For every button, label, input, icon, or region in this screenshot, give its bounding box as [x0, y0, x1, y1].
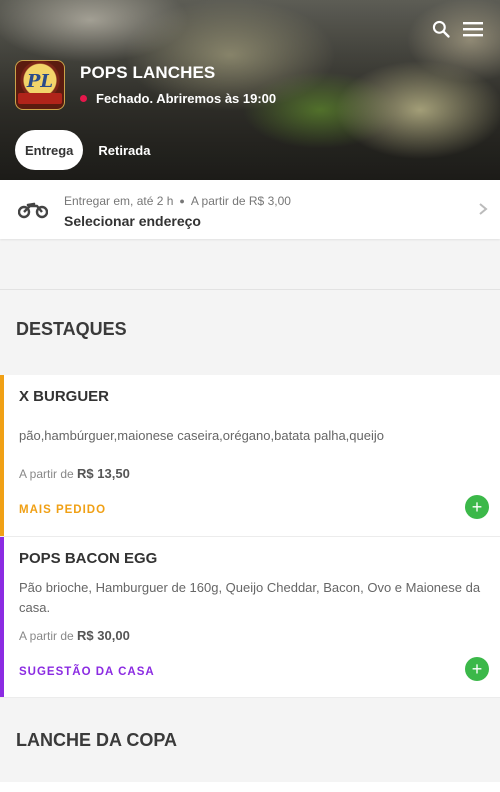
- tab-entrega[interactable]: Entrega: [15, 130, 84, 170]
- plus-icon: +: [471, 659, 483, 679]
- store-logo: PL: [15, 60, 65, 110]
- chevron-right-icon: [476, 201, 490, 217]
- section-title-destaques: DESTAQUES: [16, 319, 127, 339]
- item-description: pão,hambúrguer,maionese caseira,orégano,…: [19, 428, 384, 443]
- add-item-button[interactable]: +: [465, 657, 489, 681]
- accent-bar: [0, 375, 4, 536]
- price-prefix: A partir de: [19, 629, 74, 643]
- price-prefix: A partir de: [19, 467, 74, 481]
- price-value: R$ 13,50: [77, 466, 130, 481]
- search-icon[interactable]: [428, 16, 454, 42]
- accent-bar: [0, 537, 4, 697]
- separator-dot: ●: [179, 196, 185, 206]
- menu-item-card-partial: [0, 782, 500, 792]
- status-text: Fechado. Abriremos às 19:00: [96, 91, 277, 106]
- store-name: POPS LANCHES: [80, 63, 216, 82]
- item-name: POPS BACON EGG: [19, 550, 158, 567]
- item-description: Pão brioche, Hamburguer de 160g, Queijo …: [19, 580, 481, 615]
- delivery-address-selector[interactable]: Entregar em, até 2 h ● A partir de R$ 3,…: [0, 180, 500, 239]
- menu-item-card[interactable]: X BURGUER pão,hambúrguer,maionese caseir…: [0, 375, 500, 537]
- item-name: X BURGUER: [19, 388, 110, 405]
- add-item-button[interactable]: +: [465, 495, 489, 519]
- select-address-label: Selecionar endereço: [64, 213, 201, 229]
- store-status: Fechado. Abriremos às 19:00: [80, 91, 276, 106]
- divider: [0, 289, 500, 290]
- price-value: R$ 30,00: [77, 628, 130, 643]
- plus-icon: +: [471, 497, 483, 517]
- delivery-eta: até 2 h: [136, 194, 174, 208]
- item-badge: MAIS PEDIDO: [19, 504, 107, 516]
- logo-ribbon: [18, 93, 62, 104]
- delivery-info: Entregar em, até 2 h ● A partir de R$ 3,…: [64, 194, 291, 208]
- delivery-prefix: Entregar em,: [64, 194, 134, 208]
- delivery-mode-tabs: Entrega Retirada: [15, 130, 160, 170]
- item-badge: SUGESTÃO DA CASA: [19, 666, 155, 678]
- section-title-lanche-da-copa: LANCHE DA COPA: [16, 730, 177, 750]
- motorcycle-icon: [17, 198, 49, 220]
- logo-monogram: PL: [26, 71, 54, 92]
- status-dot-icon: [80, 95, 87, 102]
- tab-retirada[interactable]: Retirada: [88, 130, 160, 170]
- item-price: A partir de R$ 30,00: [19, 628, 130, 643]
- store-header: PL POPS LANCHES Fechado. Abriremos às 19…: [0, 0, 500, 180]
- menu-icon[interactable]: [460, 16, 486, 42]
- delivery-min-price: A partir de R$ 3,00: [190, 194, 291, 208]
- item-price: A partir de R$ 13,50: [19, 466, 130, 481]
- menu-item-card[interactable]: POPS BACON EGG Pão brioche, Hamburguer d…: [0, 537, 500, 698]
